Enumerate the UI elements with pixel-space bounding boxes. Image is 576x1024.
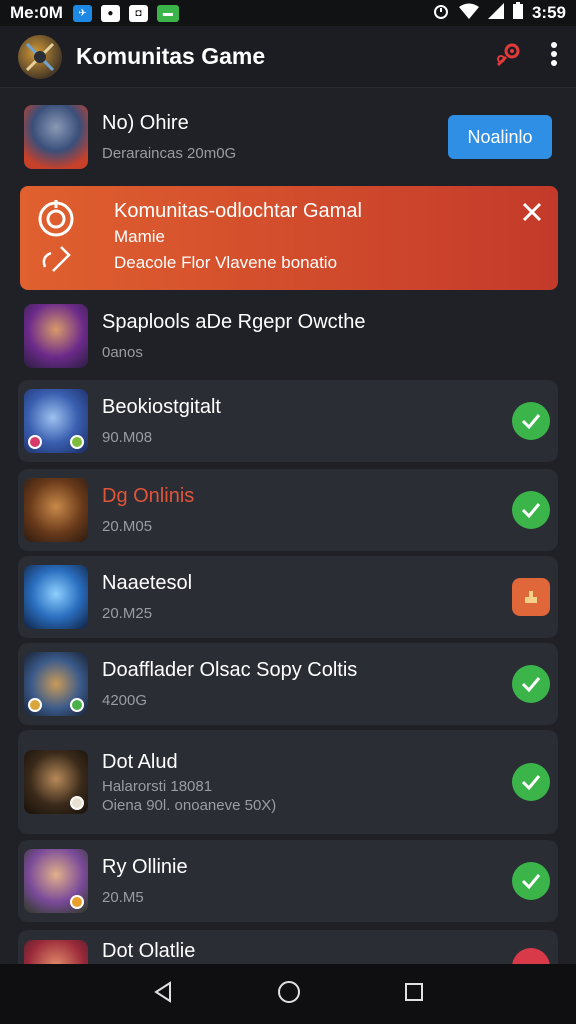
game-thumbnail	[24, 105, 88, 169]
more-vert-icon[interactable]	[550, 42, 558, 71]
game-subtitle: 0anos	[102, 344, 143, 361]
notification-icon: ●	[100, 4, 120, 22]
battery-icon	[512, 2, 523, 24]
game-thumbnail	[24, 478, 88, 542]
featured-row[interactable]: No) Ohire Deraraincas 20m0G Noalinlo	[18, 102, 558, 172]
banner-description: Deacole Flor Vlavene bonatio	[114, 253, 338, 272]
badge-icon	[28, 435, 42, 449]
app-notification-icon: ✈	[72, 4, 92, 22]
game-subtitle: 20.M5	[102, 889, 144, 906]
page-title: Komunitas Game	[76, 43, 266, 69]
check-icon[interactable]	[512, 763, 550, 801]
link-icon	[39, 243, 73, 278]
game-title: Beokiostgitalt	[102, 396, 221, 418]
game-subtitle: 90.M08	[102, 429, 153, 446]
game-title: Dot Alud	[102, 750, 178, 773]
status-time: Me:0M	[10, 3, 63, 22]
wifi-icon	[458, 3, 479, 24]
game-thumbnail	[24, 750, 88, 814]
featured-title: No) Ohire	[102, 112, 189, 134]
check-icon[interactable]	[512, 862, 550, 900]
game-thumbnail	[24, 652, 88, 716]
notification-banner[interactable]: Komunitas-odlochtar Gamal Mamie Deacole …	[20, 186, 558, 290]
check-icon[interactable]	[512, 491, 550, 529]
recents-icon[interactable]	[404, 982, 424, 1007]
badge-icon	[70, 895, 84, 909]
game-title: Naaetesol	[102, 572, 193, 594]
featured-subtitle: Deraraincas 20m0G	[102, 145, 237, 162]
warning-icon[interactable]	[512, 578, 550, 616]
banner-subtitle: Mamie	[114, 227, 166, 246]
badge-icon	[28, 698, 42, 712]
settings-gear-icon[interactable]	[494, 39, 524, 74]
app-logo-icon	[18, 34, 62, 79]
list-item[interactable]: Spaplools aDe Rgepr Owcthe 0anos	[18, 300, 558, 372]
list-item[interactable]: Ry Ollinie 20.M5	[18, 840, 558, 922]
game-subtitle: 20.M05	[102, 518, 153, 535]
badge-icon	[70, 698, 84, 712]
notification-icon: ◘	[128, 4, 148, 22]
game-list: No) Ohire Deraraincas 20m0G Noalinlo Kom…	[0, 88, 576, 964]
badge-icon	[70, 435, 84, 449]
check-icon[interactable]	[512, 402, 550, 440]
notification-icon: ▬	[156, 4, 179, 22]
system-nav-bar	[0, 964, 576, 1024]
game-thumbnail	[24, 940, 88, 964]
game-thumbnail	[24, 304, 88, 368]
home-icon[interactable]	[277, 980, 301, 1009]
list-item[interactable]: Doafflader Olsac Sopy Coltis 4200G	[18, 643, 558, 725]
game-title: Ry Ollinie	[102, 856, 188, 878]
app-bar: Komunitas Game	[0, 26, 576, 88]
list-item[interactable]: Naaetesol 20.M25	[18, 556, 558, 638]
game-title: Dg Onlinis	[102, 485, 195, 507]
game-title: Dot Olatlie	[102, 940, 196, 962]
game-title: Doafflader Olsac Sopy Coltis	[102, 659, 358, 681]
status-clock: 3:59	[531, 3, 566, 22]
game-subtitle: Halarorsti 18081	[102, 777, 213, 795]
list-item[interactable]: Dot Alud Halarorsti 18081 Oiena 90l. ono…	[18, 730, 558, 834]
alarm-icon	[432, 2, 450, 25]
list-item[interactable]: Beokiostgitalt 90.M08	[18, 380, 558, 462]
banner-title: Komunitas-odlochtar Gamal	[114, 200, 362, 222]
signal-icon	[487, 2, 504, 24]
back-icon[interactable]	[152, 980, 174, 1008]
join-button[interactable]: Noalinlo	[448, 115, 552, 159]
game-title: Spaplools aDe Rgepr Owcthe	[102, 311, 366, 333]
list-item[interactable]: Dg Onlinis 20.M05	[18, 469, 558, 551]
game-thumbnail	[24, 389, 88, 453]
status-icon[interactable]	[512, 948, 550, 964]
game-thumbnail	[24, 565, 88, 629]
game-subtitle-secondary: Oiena 90l. onoaneve 50X)	[102, 796, 277, 814]
list-item[interactable]: Dot Olatlie	[18, 930, 558, 964]
status-bar: Me:0M ✈ ● ◘ ▬ 3:59	[0, 0, 576, 26]
game-thumbnail	[24, 849, 88, 913]
badge-icon	[70, 796, 84, 810]
game-subtitle: 4200G	[102, 692, 148, 709]
target-icon	[37, 200, 75, 243]
game-subtitle: 20.M25	[102, 605, 153, 622]
close-icon[interactable]	[522, 202, 542, 227]
check-icon[interactable]	[512, 665, 550, 703]
